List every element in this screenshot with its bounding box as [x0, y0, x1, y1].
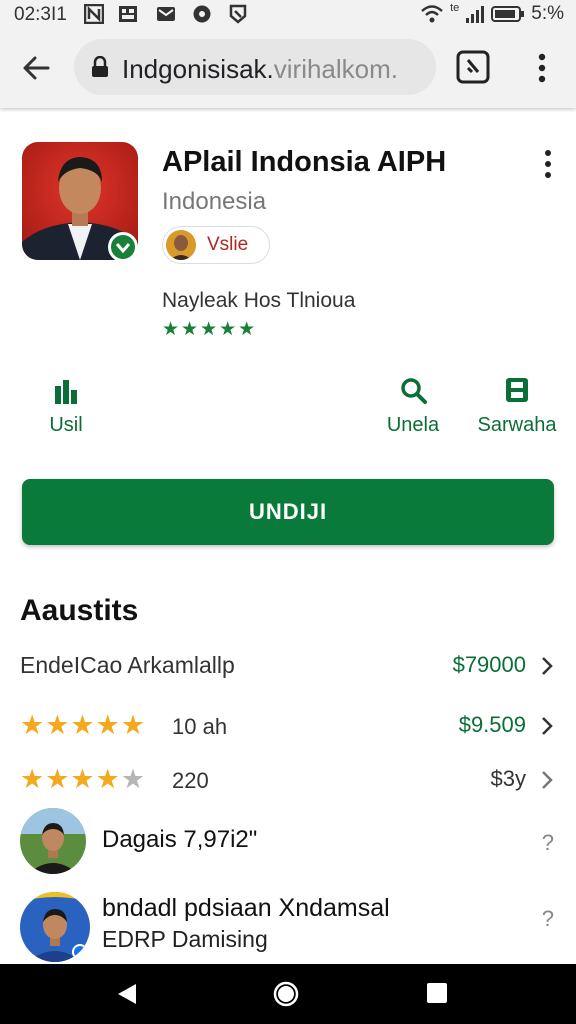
wifi-icon [421, 5, 443, 23]
section-title: Aaustits [20, 594, 139, 627]
list-item-title[interactable]: Dagais 7,97i2" [102, 826, 257, 854]
signal-badge: te [450, 2, 460, 14]
more-options-icon[interactable] [538, 148, 558, 180]
app-title: APlail Indonsia AIPH [162, 146, 447, 178]
action-usil[interactable]: Usil [36, 378, 96, 437]
rating-count: 10 ah [172, 714, 228, 739]
rating-stars: ★★★★★ [162, 319, 258, 340]
nav-back-icon[interactable] [116, 982, 138, 1006]
avatar [20, 808, 86, 874]
url-text: Indgonisisak.virihalkom. [122, 54, 398, 85]
chart-icon [55, 380, 77, 404]
editor-chip[interactable]: Vslie [162, 226, 270, 264]
url-domain: Indgonisisak. [122, 54, 274, 84]
price-row[interactable]: EndeICao Arkamlallp $79000 [20, 646, 556, 686]
list-item-aside: ? [541, 830, 554, 855]
person-photo [20, 808, 86, 874]
action-label: Unela [386, 414, 440, 436]
system-nav-bar [0, 964, 576, 1024]
back-arrow-icon[interactable] [18, 50, 54, 86]
tab-switcher-icon[interactable] [454, 48, 492, 86]
shield-icon [229, 4, 247, 24]
verified-badge [108, 232, 138, 262]
browser-menu-icon[interactable] [530, 50, 554, 86]
row-text: EndeICao Arkamlallp [20, 652, 235, 678]
chip-label: Vslie [207, 234, 249, 255]
action-unela[interactable]: Unela [380, 376, 446, 437]
app-developer[interactable]: Indonesia [162, 188, 266, 216]
action-sarwaha[interactable]: Sarwaha [472, 376, 562, 437]
lock-icon [92, 56, 108, 77]
url-suffix: virihalkom. [273, 54, 399, 84]
chevron-right-icon [542, 657, 553, 675]
status-indicators: te 5:% [420, 2, 564, 25]
install-label: UNDIJI [248, 499, 328, 524]
gallery-icon [119, 6, 137, 22]
rating-row-four[interactable]: ★★★★★ 220 $3y [20, 760, 556, 800]
status-bar: 02:3I1 te 5:% [0, 0, 576, 28]
chip-avatar [166, 230, 196, 260]
review-caption: Nayleak Hos Tlnioua [162, 289, 356, 312]
row-price: $9.509 [458, 712, 526, 737]
five-star-rating: ★★★★★ [20, 710, 147, 740]
chevron-right-icon [542, 717, 553, 735]
check-icon [115, 243, 131, 254]
signal-icon [466, 6, 485, 23]
rating-row-five[interactable]: ★★★★★ 10 ah $9.509 [20, 706, 556, 746]
person-icon [166, 230, 196, 260]
nav-recents-icon[interactable] [426, 982, 448, 1004]
browser-toolbar: Indgonisisak.virihalkom. [0, 28, 576, 108]
notification-n-icon [84, 4, 104, 24]
install-button[interactable]: UNDIJI [22, 479, 554, 545]
record-icon [193, 5, 211, 23]
mail-icon [157, 7, 175, 21]
status-time: 02:3I1 [14, 4, 67, 25]
list-item-subtitle: EDRP Damising [102, 926, 268, 952]
rating-count: 220 [172, 768, 209, 793]
action-label: Usil [49, 414, 83, 436]
list-item-title[interactable]: bndadl pdsiaan Xndamsal [102, 894, 390, 923]
battery-icon [491, 6, 525, 22]
save-icon [506, 378, 528, 402]
battery-percent: 5:% [531, 3, 564, 24]
avatar [20, 892, 90, 962]
nav-home-icon[interactable] [272, 980, 300, 1008]
search-icon [401, 378, 427, 404]
row-price: $3y [490, 766, 526, 791]
list-item-aside: ? [541, 906, 554, 931]
person-photo [20, 892, 90, 962]
row-price: $79000 [452, 652, 526, 677]
action-label: Sarwaha [477, 414, 557, 436]
chevron-right-icon [542, 771, 553, 789]
four-star-rating: ★★★★★ [20, 764, 147, 794]
address-bar[interactable]: Indgonisisak.virihalkom. [74, 39, 436, 95]
